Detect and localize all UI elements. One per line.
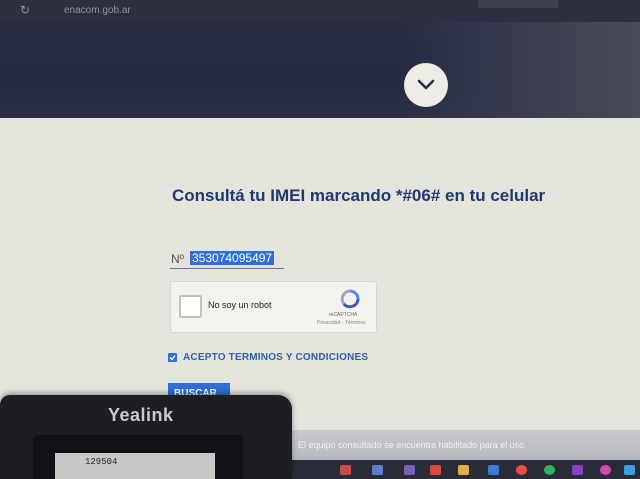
recaptcha-widget: No soy un robot reCAPTCHA Privacidad - T… <box>170 281 377 333</box>
reload-icon[interactable]: ↻ <box>20 3 30 17</box>
terms-checkbox-row[interactable]: ACEPTO TERMINOS Y CONDICIONES <box>168 352 368 363</box>
scroll-down-button[interactable] <box>404 63 448 107</box>
recaptcha-logo-icon <box>340 289 360 309</box>
page-title: Consultá tu IMEI marcando *#06# en tu ce… <box>172 186 546 205</box>
taskbar-app-icon[interactable] <box>600 465 611 475</box>
taskbar-app-icon[interactable] <box>488 465 499 475</box>
phone-brand: Yealink <box>108 405 174 425</box>
tab-strip <box>478 0 558 8</box>
recaptcha-label: No soy un robot <box>208 300 272 310</box>
recaptcha-brand: reCAPTCHA <box>329 312 358 318</box>
status-message: El equipo consultado se encuentra habili… <box>298 440 527 450</box>
taskbar-app-icon[interactable] <box>372 465 383 475</box>
chevron-down-icon <box>417 79 435 90</box>
phone-display-number: 129504 <box>85 457 118 467</box>
taskbar-app-icon[interactable] <box>340 465 351 475</box>
taskbar-app-icon[interactable] <box>624 465 635 475</box>
checkmark-icon <box>169 355 176 361</box>
imei-value[interactable]: 353074095497 <box>190 251 275 265</box>
taskbar-app-icon[interactable] <box>458 465 469 475</box>
phone-screen-bezel: 129504 <box>33 435 243 479</box>
terms-label: ACEPTO TERMINOS Y CONDICIONES <box>183 352 369 363</box>
imei-prefix: Nº <box>171 252 185 266</box>
checkbox-icon[interactable] <box>179 295 202 318</box>
phone-lcd: 129504 <box>55 453 215 479</box>
desk-phone: Yealink 129504 <box>0 395 292 479</box>
taskbar-app-icon[interactable] <box>572 465 583 475</box>
recaptcha-legal-links[interactable]: Privacidad - Términos <box>317 320 366 326</box>
hero-banner <box>0 22 640 118</box>
imei-input[interactable]: Nº 353074095497 <box>170 250 284 269</box>
browser-bar: ↻ enacom.gob.ar <box>0 0 640 22</box>
terms-checkbox[interactable] <box>168 353 177 362</box>
taskbar-app-icon[interactable] <box>430 465 441 475</box>
taskbar-app-icon[interactable] <box>544 465 555 475</box>
taskbar-app-icon[interactable] <box>404 465 415 475</box>
url-text[interactable]: enacom.gob.ar <box>64 5 131 16</box>
taskbar-app-icon[interactable] <box>516 465 527 475</box>
